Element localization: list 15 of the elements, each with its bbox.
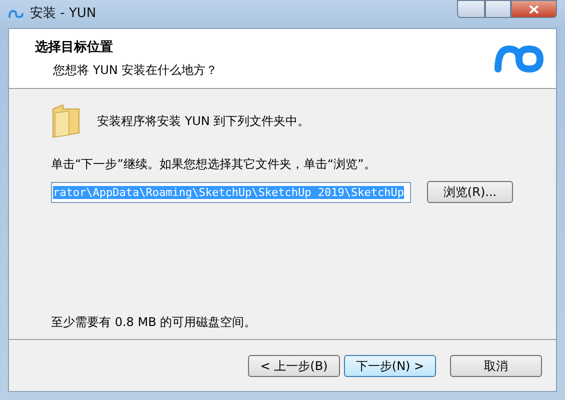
close-button[interactable] — [511, 0, 557, 18]
instruction-text: 单击“下一步”继续。如果您想选择其它文件夹，单击“浏览”。 — [51, 156, 377, 173]
minimize-button[interactable] — [457, 0, 485, 18]
folder-icon — [51, 103, 81, 139]
window-title: 安装 - YUN — [30, 5, 96, 24]
page-subtitle: 您想将 YUN 安装在什么地方？ — [52, 62, 218, 80]
close-icon — [529, 4, 539, 14]
page-title: 选择目标位置 — [35, 38, 114, 57]
dialog-button[interactable]: < 上一步(B) — [248, 354, 340, 376]
disk-space-text: 至少需要有 0.8 MB 的可用磁盘空间。 — [51, 314, 258, 331]
dialog-button[interactable]: 取消 — [450, 354, 542, 376]
maximize-button[interactable] — [485, 0, 511, 18]
browse-button[interactable]: 浏览(R)... — [427, 181, 513, 203]
intro-text: 安装程序将安装 YUN 到下列文件夹中。 — [97, 113, 310, 130]
dialog-button[interactable]: 下一步(N) > — [344, 354, 436, 376]
